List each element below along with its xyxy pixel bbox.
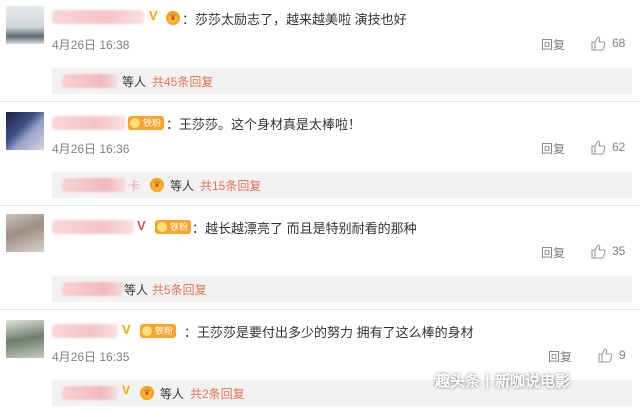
vip-badge-icon: V: [149, 8, 158, 23]
fan-badge-icon: 铁粉: [140, 324, 177, 338]
reply-button[interactable]: 回复: [541, 36, 565, 53]
avatar[interactable]: [6, 112, 44, 150]
watermark: 趣头条丨新咖说电影: [435, 373, 571, 390]
crown-icon: ♛: [166, 11, 180, 25]
replies-summary: 等人 共5条回复: [52, 276, 632, 302]
reply-button[interactable]: 回复: [548, 348, 572, 365]
vip-badge-icon: V: [122, 383, 131, 397]
crown-icon: ♛: [150, 178, 164, 192]
comment-text: ：王莎莎。这个身材真是太棒啦！: [166, 117, 362, 132]
thumbs-up-icon[interactable]: [597, 347, 613, 363]
username-blurred[interactable]: [52, 324, 118, 338]
reply-button[interactable]: 回复: [541, 244, 565, 261]
reply-user-blurred: [62, 74, 118, 88]
vip-badge-icon: V: [137, 218, 146, 233]
replies-link[interactable]: 共5条回复: [152, 281, 207, 298]
avatar[interactable]: [6, 214, 44, 252]
comment-text: ：莎莎太励志了，越来越美啦 演技也好: [182, 12, 407, 27]
reply-user-blurred: [62, 178, 126, 192]
comment-text: ：王莎莎是要付出多少的努力 拥有了这么棒的身材: [184, 325, 474, 340]
comment-time: 4月26日 16:38: [52, 38, 130, 52]
replies-prefix: 等人: [124, 283, 149, 297]
replies-prefix-char: 卡: [128, 179, 141, 193]
comment-time: 4月26日 16:36: [52, 142, 130, 156]
fan-badge-icon: 铁粉: [155, 220, 192, 234]
replies-link[interactable]: 共45条回复: [152, 73, 213, 90]
reply-user-blurred: [62, 386, 118, 400]
replies-prefix: 等人: [170, 179, 195, 193]
username-blurred[interactable]: [52, 116, 126, 130]
avatar[interactable]: [6, 6, 44, 44]
like-count: 62: [612, 140, 626, 154]
comment-text: ：越长越漂亮了 而且是特别耐看的那种: [192, 221, 417, 236]
divider: [0, 101, 640, 102]
avatar[interactable]: [6, 320, 44, 358]
username-blurred[interactable]: [52, 10, 144, 24]
vip-badge-icon: V: [122, 322, 131, 337]
crown-icon: ♛: [140, 386, 154, 400]
replies-link[interactable]: 共15条回复: [200, 177, 261, 194]
like-count: 68: [612, 36, 626, 50]
thumbs-up-icon[interactable]: [590, 139, 606, 155]
reply-user-blurred: [62, 282, 124, 296]
divider: [0, 205, 640, 206]
reply-button[interactable]: 回复: [541, 140, 565, 157]
replies-prefix: 等人: [160, 387, 185, 401]
like-count: 35: [612, 244, 626, 258]
thumbs-up-icon[interactable]: [590, 243, 606, 259]
username-blurred[interactable]: [52, 220, 134, 234]
replies-summary: 等人 共45条回复: [52, 68, 632, 94]
replies-prefix: 等人: [122, 75, 147, 89]
comment-time: 4月26日 16:35: [52, 350, 130, 364]
divider: [0, 309, 640, 310]
fan-badge-icon: 铁粉: [128, 116, 165, 130]
replies-link[interactable]: 共2条回复: [190, 385, 245, 402]
thumbs-up-icon[interactable]: [590, 35, 606, 51]
replies-summary: 卡 ♛ 等人 共15条回复: [52, 172, 632, 198]
like-count: 9: [619, 348, 626, 362]
